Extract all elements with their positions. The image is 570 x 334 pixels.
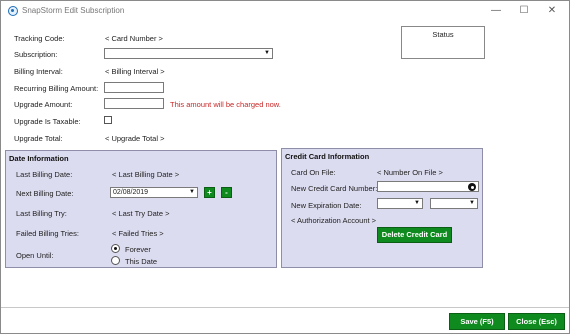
last-billing-try-value: < Last Try Date > [112,209,170,218]
chevron-down-icon: ▼ [469,200,475,206]
upgrade-amount-input[interactable] [104,98,164,109]
upgrade-taxable-checkbox[interactable] [104,116,112,124]
window-title: SnapStorm Edit Subscription [22,6,125,15]
chevron-down-icon: ▼ [414,200,420,206]
billing-interval-label: Billing Interval: [14,67,63,76]
next-billing-date-picker[interactable]: 02/08/2019 ▼ [110,187,198,198]
expiration-date-label: New Expiration Date: [291,201,362,210]
minimize-button[interactable]: — [483,3,509,19]
edit-subscription-window: SnapStorm Edit Subscription — ☐ ✕ Tracki… [0,0,570,334]
next-billing-date-label: Next Billing Date: [16,189,74,198]
forever-radio[interactable] [111,244,120,253]
subscription-label: Subscription: [14,50,58,59]
subscription-select[interactable]: ▼ [104,48,273,59]
status-label: Status [432,30,454,39]
app-logo-icon [8,6,18,16]
upgrade-total-label: Upgrade Total: [14,134,63,143]
open-until-label: Open Until: [16,251,54,260]
recurring-amount-input[interactable] [104,82,164,93]
last-billing-try-label: Last Billing Try: [16,209,67,218]
maximize-button[interactable]: ☐ [511,3,537,19]
billing-interval-value: < Billing Interval > [105,67,165,76]
date-information-panel: Date Information Last Billing Date: < La… [5,150,277,268]
chevron-down-icon: ▼ [264,50,270,56]
card-on-file-value: < Number On File > [377,168,443,177]
decrement-date-button[interactable]: - [221,187,232,198]
title-bar: SnapStorm Edit Subscription — ☐ ✕ [1,1,569,21]
credit-card-title: Credit Card Information [285,152,370,161]
save-button[interactable]: Save (F5) [449,313,505,330]
authorization-account-value: < Authorization Account > [291,216,377,225]
recurring-amount-label: Recurring Billing Amount: [14,84,99,93]
upgrade-charge-warning: This amount will be charged now. [170,100,281,109]
chevron-down-icon: ▼ [189,189,195,195]
new-card-number-input[interactable] [377,181,479,192]
expiration-year-select[interactable]: ▼ [430,198,478,209]
next-billing-date-value: 02/08/2019 [113,189,149,196]
date-information-title: Date Information [9,154,69,163]
upgrade-amount-label: Upgrade Amount: [14,100,73,109]
delete-credit-card-button[interactable]: Delete Credit Card [377,227,452,243]
status-box: Status [401,26,485,59]
card-on-file-label: Card On File: [291,168,336,177]
expiration-month-select[interactable]: ▼ [377,198,423,209]
last-billing-date-value: < Last Billing Date > [112,170,180,179]
this-date-radio[interactable] [111,256,120,265]
reveal-eye-icon[interactable] [468,183,476,191]
failed-billing-tries-label: Failed Billing Tries: [16,229,79,238]
last-billing-date-label: Last Billing Date: [16,170,73,179]
this-date-radio-label: This Date [125,257,158,266]
increment-date-button[interactable]: + [204,187,215,198]
upgrade-total-value: < Upgrade Total > [105,134,165,143]
new-card-number-label: New Credit Card Number: [291,184,378,193]
footer-divider [1,307,569,308]
close-window-button[interactable]: ✕ [539,3,565,19]
forever-radio-label: Forever [125,245,151,254]
close-button[interactable]: Close (Esc) [508,313,565,330]
tracking-code-value: < Card Number > [105,34,163,43]
failed-billing-tries-value: < Failed Tries > [112,229,164,238]
credit-card-panel: Credit Card Information Card On File: < … [281,148,483,268]
tracking-code-label: Tracking Code: [14,34,65,43]
upgrade-taxable-label: Upgrade Is Taxable: [14,117,81,126]
